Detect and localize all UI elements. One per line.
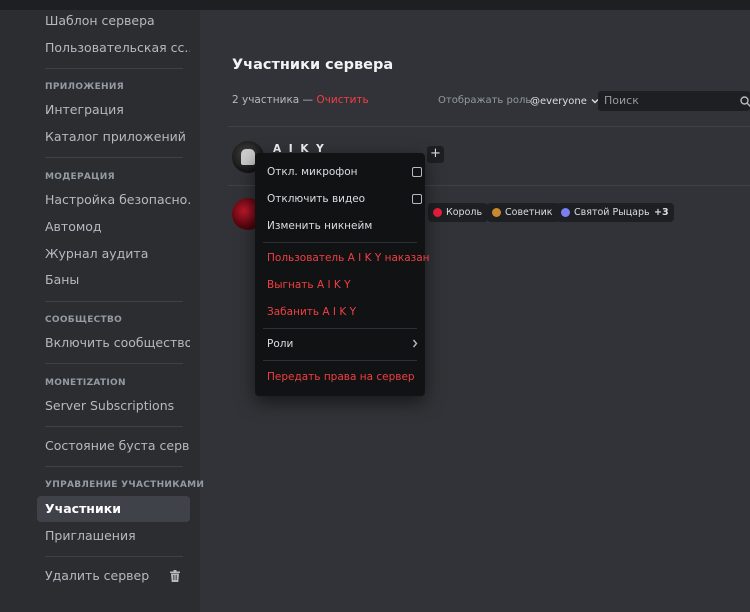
role-name: Король — [446, 207, 483, 218]
menu-item-label: Откл. микрофон — [267, 166, 358, 178]
sidebar-header-monetization: MONETIZATION — [45, 378, 126, 388]
member-context-menu: Откл. микрофон Отключить видео Изменить … — [255, 153, 430, 396]
search-icon — [740, 96, 750, 107]
sidebar-item-enable-community[interactable]: Включить сообщество — [37, 330, 190, 356]
sidebar-header-community: СООБЩЕСТВО — [45, 315, 123, 325]
search-input[interactable]: Поиск — [598, 91, 750, 111]
menu-item-change-nickname[interactable]: Изменить никнейм — [267, 216, 417, 236]
menu-item-mute-mic[interactable]: Откл. микрофон — [267, 162, 422, 182]
menu-item-ban[interactable]: Забанить A I K Y — [267, 302, 417, 322]
sidebar-divider — [45, 68, 183, 69]
role-filter-dropdown[interactable]: @everyone — [530, 93, 599, 109]
page-title: Участники сервера — [232, 57, 394, 73]
sidebar-item-boost-status[interactable]: Состояние буста сервера — [37, 433, 190, 459]
sidebar-item-audit-log[interactable]: Журнал аудита — [37, 241, 190, 267]
role-filter-value: @everyone — [530, 95, 587, 107]
role-color-dot — [433, 208, 442, 217]
sidebar-item-server-template[interactable]: Шаблон сервера — [37, 8, 190, 34]
menu-item-label: Роли — [267, 338, 294, 350]
sidebar-item-safety-setup[interactable]: Настройка безопасно... — [37, 187, 190, 213]
menu-divider — [263, 360, 417, 361]
role-name: Святой Рыцарь — [574, 207, 650, 218]
sidebar-item-integrations[interactable]: Интеграция — [37, 97, 190, 123]
role-tag[interactable]: Король — [428, 203, 489, 222]
sidebar-divider — [45, 157, 183, 158]
sidebar-item-custom-invite[interactable]: Пользовательская сс... — [37, 35, 190, 61]
sidebar-divider — [45, 466, 183, 467]
sidebar-divider — [45, 301, 183, 302]
sidebar-divider — [45, 363, 183, 364]
role-color-dot — [561, 208, 570, 217]
role-name: Советник — [505, 207, 553, 218]
chevron-right-icon — [412, 339, 418, 348]
sidebar-item-delete-server[interactable]: Удалить сервер — [37, 563, 190, 589]
menu-item-transfer-ownership[interactable]: Передать права на сервер — [267, 367, 417, 387]
sidebar-item-server-subscriptions[interactable]: Server Subscriptions — [37, 393, 190, 419]
role-tag[interactable]: Святой Рыцарь — [556, 203, 656, 222]
member-count: 2 участника — Очистить — [232, 94, 369, 106]
sidebar-header-moderation: МОДЕРАЦИЯ — [45, 172, 115, 182]
clear-button[interactable]: Очистить — [316, 94, 368, 106]
sidebar-header-apps: ПРИЛОЖЕНИЯ — [45, 82, 124, 92]
sidebar-header-member-management: УПРАВЛЕНИЕ УЧАСТНИКАМИ — [45, 480, 205, 490]
role-filter-label: Отображать роль: — [438, 95, 535, 106]
menu-divider — [263, 328, 417, 329]
add-role-button[interactable]: + — [427, 146, 444, 163]
menu-item-label: Отключить видео — [267, 193, 366, 205]
role-tag[interactable]: Советник — [487, 203, 559, 222]
role-color-dot — [492, 208, 501, 217]
sidebar-item-bans[interactable]: Баны — [37, 267, 190, 293]
menu-item-timeout[interactable]: Пользователь A I K Y наказан — [267, 248, 430, 268]
sidebar-item-members[interactable]: Участники — [37, 496, 190, 522]
sidebar-divider — [45, 426, 183, 427]
sidebar-item-automod[interactable]: Автомод — [37, 214, 190, 240]
checkbox[interactable] — [412, 194, 422, 204]
table-divider — [228, 126, 750, 127]
trash-icon — [170, 570, 180, 582]
menu-item-kick[interactable]: Выгнать A I K Y — [267, 275, 417, 295]
sidebar-divider — [45, 556, 183, 557]
sidebar-item-app-directory[interactable]: Каталог приложений (... — [37, 124, 190, 150]
menu-item-roles[interactable]: Роли — [267, 334, 418, 354]
menu-item-disable-video[interactable]: Отключить видео — [267, 189, 422, 209]
checkbox[interactable] — [412, 167, 422, 177]
sidebar-item-invites[interactable]: Приглашения — [37, 523, 190, 549]
more-roles-badge[interactable]: +3 — [649, 203, 674, 222]
menu-divider — [263, 242, 417, 243]
